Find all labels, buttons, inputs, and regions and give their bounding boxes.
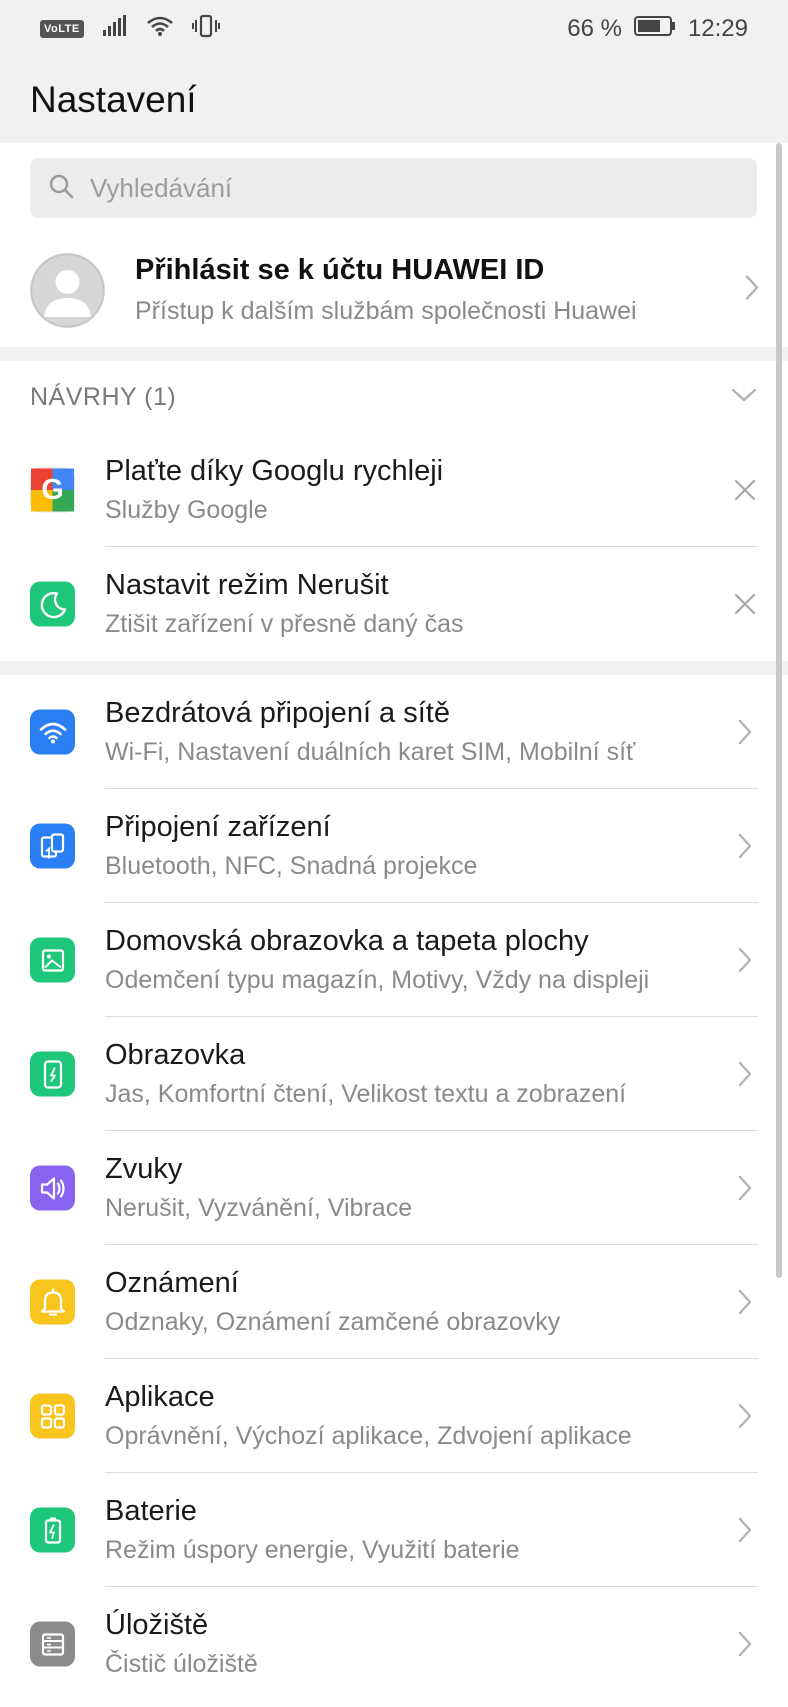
settings-item-text: Baterie Režim úspory energie, Využití ba… — [105, 1473, 520, 1587]
status-bar-right: 66 % 12:29 — [567, 15, 748, 44]
suggestion-title: Plaťte díky Googlu rychleji — [105, 455, 444, 487]
settings-item-title: Obrazovka — [105, 1039, 246, 1071]
settings-item-display[interactable]: Obrazovka Jas, Komfortní čtení, Velikost… — [0, 1017, 788, 1131]
battery-icon — [30, 1507, 75, 1553]
speaker-icon — [30, 1165, 75, 1211]
chevron-down-icon[interactable] — [730, 387, 758, 408]
volte-badge: VoLTE — [40, 20, 84, 38]
settings-item-subtitle: Čistič úložiště — [105, 1650, 258, 1678]
settings-item-wireless[interactable]: Bezdrátová připojení a sítě Wi-Fi, Nasta… — [0, 675, 788, 789]
settings-item-title: Domovská obrazovka a tapeta plochy — [105, 925, 589, 957]
clock: 12:29 — [687, 15, 748, 42]
suggestion-google-pay[interactable]: G Plaťte díky Googlu rychleji Služby Goo… — [0, 433, 788, 547]
chevron-right-icon — [730, 1629, 760, 1659]
battery-percent: 66 % — [567, 15, 622, 42]
settings-item-sounds[interactable]: Zvuky Nerušit, Vyzvánění, Vibrace — [0, 1131, 788, 1245]
chevron-right-icon — [730, 1173, 760, 1203]
settings-item-home-screen[interactable]: Domovská obrazovka a tapeta plochy Odemč… — [0, 903, 788, 1017]
battery-status-icon — [633, 15, 676, 44]
settings-item-device-connection[interactable]: Připojení zařízení Bluetooth, NFC, Snadn… — [0, 789, 788, 903]
settings-item-title: Oznámení — [105, 1267, 239, 1299]
chevron-right-icon — [730, 1401, 760, 1431]
settings-item-text: Úložiště Čistič úložiště — [105, 1587, 258, 1701]
chevron-right-icon — [730, 717, 760, 747]
chevron-right-icon — [744, 274, 760, 307]
wifi-status-icon — [146, 15, 174, 44]
settings-item-text: Aplikace Oprávnění, Výchozí aplikace, Zd… — [105, 1359, 632, 1473]
settings-item-title: Baterie — [105, 1495, 197, 1527]
status-bar-left: VoLTE — [40, 14, 220, 45]
suggestion-subtitle: Služby Google — [105, 496, 268, 524]
suggestion-subtitle: Ztišit zařízení v přesně daný čas — [105, 610, 464, 638]
chevron-right-icon — [730, 945, 760, 975]
settings-item-text: Domovská obrazovka a tapeta plochy Odemč… — [105, 903, 649, 1017]
settings-item-text: Oznámení Odznaky, Oznámení zamčené obraz… — [105, 1245, 560, 1359]
account-text: Přihlásit se k účtu HUAWEI ID Přístup k … — [135, 254, 637, 326]
signal-icon — [102, 14, 128, 44]
settings-item-subtitle: Nerušit, Vyzvánění, Vibrace — [105, 1194, 413, 1222]
settings-item-title: Aplikace — [105, 1381, 215, 1413]
settings-item-title: Úložiště — [105, 1609, 209, 1641]
suggestions-title: NÁVRHY (1) — [30, 382, 177, 411]
suggestions-header[interactable]: NÁVRHY (1) — [0, 361, 788, 433]
settings-item-title: Připojení zařízení — [105, 811, 331, 843]
search-bar[interactable] — [30, 158, 757, 218]
settings-screen: VoLTE 66 % 12:29 Nastavení Vyhledávání P… — [0, 0, 788, 1707]
bell-icon — [30, 1279, 75, 1325]
status-bar: VoLTE 66 % 12:29 — [0, 0, 788, 58]
settings-item-storage[interactable]: Úložiště Čistič úložiště — [0, 1587, 788, 1701]
account-subtitle: Přístup k dalším službám společnosti Hua… — [135, 297, 637, 325]
vibrate-icon — [191, 14, 220, 45]
settings-item-subtitle: Oprávnění, Výchozí aplikace, Zdvojení ap… — [105, 1422, 632, 1450]
device-connection-icon — [30, 823, 75, 869]
settings-item-apps[interactable]: Aplikace Oprávnění, Výchozí aplikace, Zd… — [0, 1359, 788, 1473]
chevron-right-icon — [730, 1515, 760, 1545]
suggestion-do-not-disturb[interactable]: Nastavit režim Nerušit Ztišit zařízení v… — [0, 547, 788, 661]
display-icon — [30, 1051, 75, 1097]
dismiss-close-icon[interactable] — [730, 475, 760, 505]
section-gap — [0, 661, 788, 675]
avatar — [30, 252, 105, 328]
section-gap — [0, 347, 788, 361]
search-input[interactable] — [88, 171, 688, 205]
settings-item-subtitle: Režim úspory energie, Využití baterie — [105, 1536, 520, 1564]
settings-list[interactable]: Přihlásit se k účtu HUAWEI ID Přístup k … — [0, 143, 788, 1707]
dismiss-close-icon[interactable] — [730, 589, 760, 619]
settings-item-title: Zvuky — [105, 1153, 183, 1185]
huawei-id-row[interactable]: Přihlásit se k účtu HUAWEI ID Přístup k … — [0, 233, 788, 347]
google-icon: G — [30, 467, 75, 513]
chevron-right-icon — [730, 1059, 760, 1089]
settings-item-subtitle: Jas, Komfortní čtení, Velikost textu a z… — [105, 1080, 627, 1108]
settings-item-text: Bezdrátová připojení a sítě Wi-Fi, Nasta… — [105, 675, 635, 789]
settings-item-subtitle: Odemčení typu magazín, Motivy, Vždy na d… — [105, 966, 650, 994]
chevron-right-icon — [730, 1287, 760, 1317]
settings-item-title: Bezdrátová připojení a sítě — [105, 697, 450, 729]
suggestion-text: Plaťte díky Googlu rychleji Služby Googl… — [105, 433, 443, 547]
settings-item-subtitle: Bluetooth, NFC, Snadná projekce — [105, 852, 478, 880]
settings-item-battery[interactable]: Baterie Režim úspory energie, Využití ba… — [0, 1473, 788, 1587]
settings-item-text: Zvuky Nerušit, Vyzvánění, Vibrace — [105, 1131, 412, 1245]
wifi-icon — [30, 709, 75, 755]
account-title: Přihlásit se k účtu HUAWEI ID — [135, 254, 545, 286]
chevron-right-icon — [730, 831, 760, 861]
suggestion-title: Nastavit režim Nerušit — [105, 569, 389, 601]
moon-icon — [30, 581, 75, 627]
settings-item-text: Obrazovka Jas, Komfortní čtení, Velikost… — [105, 1017, 626, 1131]
scrollbar[interactable] — [776, 143, 782, 1278]
app-header: Nastavení — [0, 58, 788, 142]
settings-item-subtitle: Wi-Fi, Nastavení duálních karet SIM, Mob… — [105, 738, 636, 766]
svg-text:G: G — [41, 474, 63, 506]
page-title: Nastavení — [30, 79, 197, 120]
settings-item-text: Připojení zařízení Bluetooth, NFC, Snadn… — [105, 789, 477, 903]
apps-grid-icon — [30, 1393, 75, 1439]
settings-item-notifications[interactable]: Oznámení Odznaky, Oznámení zamčené obraz… — [0, 1245, 788, 1359]
storage-icon — [30, 1621, 75, 1667]
search-icon — [48, 173, 74, 204]
wallpaper-icon — [30, 937, 75, 983]
suggestion-text: Nastavit režim Nerušit Ztišit zařízení v… — [105, 547, 463, 661]
settings-item-subtitle: Odznaky, Oznámení zamčené obrazovky — [105, 1308, 561, 1336]
